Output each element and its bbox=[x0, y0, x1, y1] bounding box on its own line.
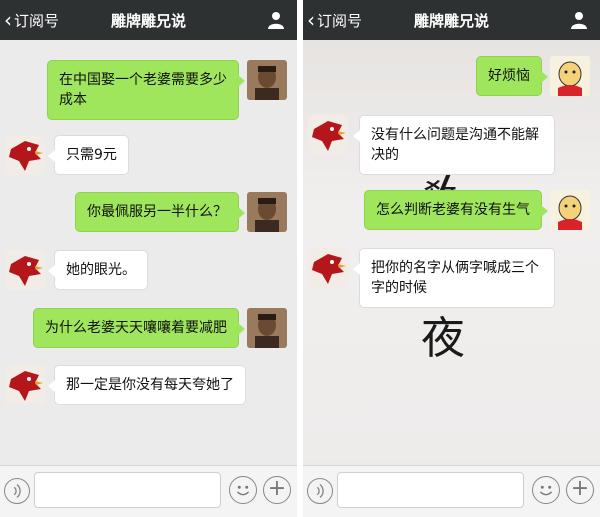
my-avatar[interactable] bbox=[247, 60, 287, 100]
brand-avatar[interactable] bbox=[308, 115, 348, 155]
chat-screen-right: 敎 夜 ‹ 订阅号 雕牌雕兄说 好烦恼 没有什么问题是沟通不能解决的 bbox=[303, 0, 600, 517]
message-input[interactable] bbox=[337, 472, 524, 508]
brand-avatar[interactable] bbox=[308, 248, 348, 288]
message-bubble[interactable]: 为什么老婆天天嚷嚷着要减肥 bbox=[33, 308, 245, 348]
my-avatar[interactable] bbox=[550, 190, 590, 230]
message-bubble[interactable]: 怎么判断老婆有没有生气 bbox=[364, 190, 548, 230]
nav-bar: ‹ 订阅号 雕牌雕兄说 bbox=[303, 0, 600, 40]
background-calligraphy: 夜 bbox=[421, 313, 465, 364]
person-icon[interactable] bbox=[267, 11, 285, 29]
message-bubble[interactable]: 在中国娶一个老婆需要多少成本 bbox=[47, 60, 245, 120]
my-avatar[interactable] bbox=[247, 192, 287, 232]
my-avatar[interactable] bbox=[247, 308, 287, 348]
message-bubble[interactable]: 只需9元 bbox=[48, 135, 129, 175]
chat-title: 雕牌雕兄说 bbox=[110, 12, 186, 30]
message-bubble[interactable]: 她的眼光。 bbox=[48, 250, 148, 290]
brand-avatar[interactable] bbox=[5, 250, 45, 290]
brand-avatar[interactable] bbox=[5, 135, 45, 175]
message-bubble[interactable]: 好烦恼 bbox=[476, 56, 548, 96]
emoji-icon[interactable] bbox=[229, 476, 257, 504]
chat-screen-left: ‹ 订阅号 雕牌雕兄说 在中国娶一个老婆需要多少成本 只需9元 你最佩服另一半什… bbox=[0, 0, 297, 517]
my-avatar[interactable] bbox=[550, 56, 590, 96]
message-bubble[interactable]: 没有什么问题是沟通不能解决的 bbox=[353, 115, 555, 175]
input-bar: + bbox=[0, 465, 297, 517]
message-bubble[interactable]: 把你的名字从俩字喊成三个字的时候 bbox=[353, 248, 555, 308]
voice-icon[interactable] bbox=[307, 478, 333, 504]
voice-icon[interactable] bbox=[4, 478, 30, 504]
input-bar: + bbox=[303, 465, 600, 517]
plus-icon[interactable]: + bbox=[566, 476, 594, 504]
message-input[interactable] bbox=[34, 472, 221, 508]
chat-title: 雕牌雕兄说 bbox=[413, 12, 489, 30]
message-bubble[interactable]: 那一定是你没有每天夸她了 bbox=[48, 365, 246, 405]
emoji-icon[interactable] bbox=[532, 476, 560, 504]
person-icon[interactable] bbox=[570, 11, 588, 29]
message-bubble[interactable]: 你最佩服另一半什么？ bbox=[75, 192, 245, 232]
plus-icon[interactable]: + bbox=[263, 476, 291, 504]
screenshot: ‹ 订阅号 雕牌雕兄说 在中国娶一个老婆需要多少成本 只需9元 你最佩服另一半什… bbox=[0, 0, 600, 517]
nav-bar: ‹ 订阅号 雕牌雕兄说 bbox=[0, 0, 297, 40]
brand-avatar[interactable] bbox=[5, 365, 45, 405]
